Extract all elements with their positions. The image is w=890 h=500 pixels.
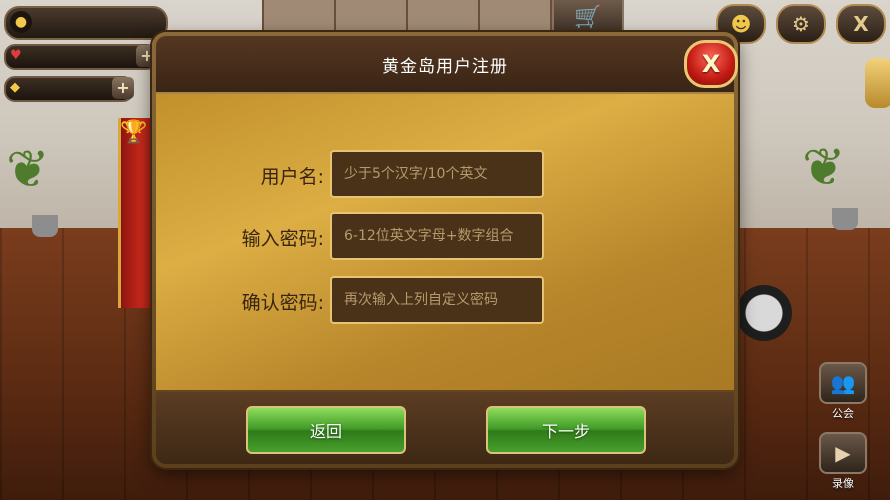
plant-right: ❦ (802, 138, 846, 198)
user-face-icon: ☻ (730, 12, 752, 36)
guild-icon: 👥 (819, 362, 867, 404)
health-bar: ♥ + (4, 44, 158, 70)
next-step-button[interactable]: 下一步 (486, 406, 646, 454)
shop-button[interactable]: 🛒 (552, 0, 624, 36)
user-panel[interactable]: ● (4, 6, 168, 40)
registration-dialog: 黄金岛用户注册 X 用户名: 输入密码: 确认密码: 返回 下一步 (152, 32, 738, 468)
username-input[interactable] (330, 150, 544, 198)
user-icon: ● (10, 11, 32, 33)
dialog-header: 黄金岛用户注册 (156, 36, 734, 94)
cart-icon: 🛒 (574, 4, 602, 30)
pot-right (832, 208, 858, 230)
dialog-footer: 返回 下一步 (156, 392, 734, 464)
record-label: 录像 (832, 477, 854, 490)
gold-icon: ◆ (10, 80, 20, 95)
gear-icon: ⚙ (792, 12, 810, 36)
heart-icon: ♥ (10, 48, 22, 63)
username-row: 用户名: (156, 150, 734, 198)
record-button[interactable]: ▶ 录像 (818, 432, 868, 491)
username-label: 用户名: (260, 166, 324, 188)
back-button[interactable]: 返回 (246, 406, 406, 454)
confirm-password-row: 确认密码: (156, 276, 734, 324)
dialog-title: 黄金岛用户注册 (382, 57, 508, 77)
dialog-body: 用户名: 输入密码: 确认密码: (156, 94, 734, 390)
close-icon: X (701, 50, 721, 78)
trophy-icon: 🏆 (120, 120, 148, 145)
close-dialog-button[interactable]: X (684, 40, 738, 88)
password-label: 输入密码: (241, 228, 324, 250)
plant-left: ❦ (6, 140, 50, 200)
settings-button[interactable]: ⚙ (776, 4, 826, 44)
guild-button[interactable]: 👥 公会 (818, 362, 868, 421)
side-coin-icon[interactable] (865, 58, 890, 108)
add-gold-button[interactable]: + (112, 77, 134, 99)
confirm-password-label: 确认密码: (241, 292, 324, 314)
password-input[interactable] (330, 212, 544, 260)
confirm-password-input[interactable] (330, 276, 544, 324)
wheel (736, 285, 792, 341)
pot-left (32, 215, 58, 237)
video-play-icon: ▶ (819, 432, 867, 474)
password-row: 输入密码: (156, 212, 734, 260)
exit-button[interactable]: X (836, 4, 886, 44)
guild-label: 公会 (832, 407, 854, 420)
close-icon: X (853, 12, 869, 36)
gold-bar: ◆ + (4, 76, 134, 102)
